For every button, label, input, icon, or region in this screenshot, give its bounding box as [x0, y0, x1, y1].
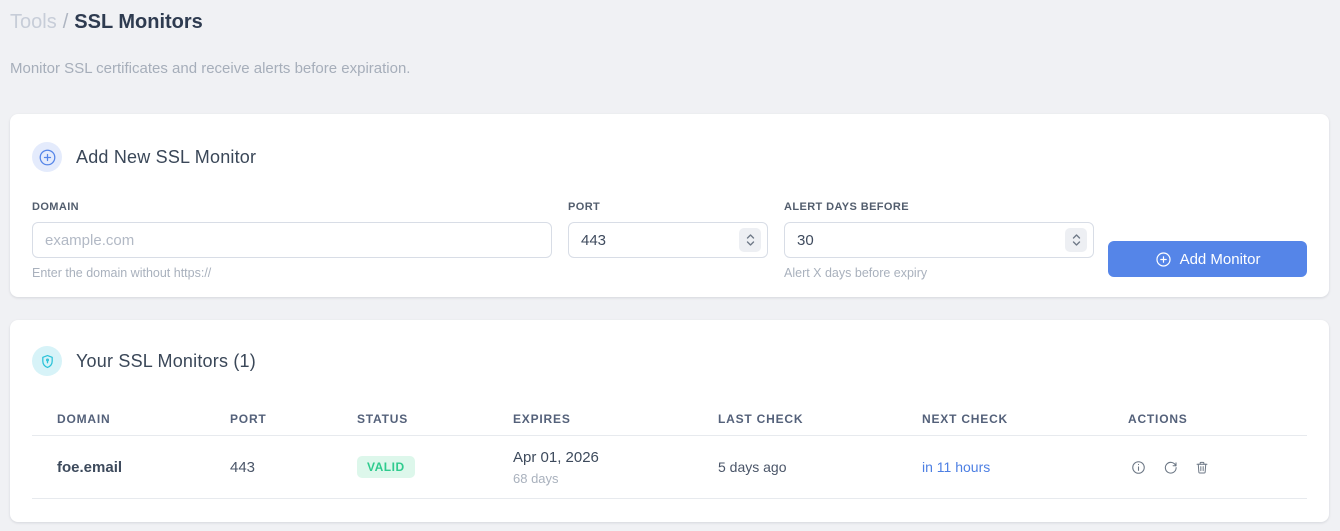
breadcrumb-tools-link[interactable]: Tools — [10, 11, 57, 33]
delete-button[interactable] — [1195, 460, 1209, 475]
alert-days-field: ALERT DAYS BEFORE Alert X days before ex… — [784, 200, 1094, 281]
alert-days-helper: Alert X days before expiry — [784, 266, 928, 280]
expires-days-remaining: 68 days — [513, 470, 559, 486]
plus-circle-icon — [1155, 251, 1172, 268]
add-monitor-form: DOMAIN Enter the domain without https://… — [32, 200, 1307, 281]
alert-days-input[interactable] — [784, 222, 1094, 258]
row-actions — [1128, 460, 1307, 475]
col-header-expires: EXPIRES — [513, 411, 571, 426]
alert-days-label: ALERT DAYS BEFORE — [784, 201, 909, 213]
expires-cell: Apr 01, 2026 68 days — [513, 449, 718, 486]
alert-days-stepper[interactable] — [1065, 228, 1087, 252]
expires-date: Apr 01, 2026 — [513, 448, 599, 466]
domain-label: DOMAIN — [32, 201, 80, 213]
monitors-card-header: Your SSL Monitors (1) — [10, 346, 1329, 376]
table-row: foe.email 443 VALID Apr 01, 2026 68 days… — [32, 436, 1307, 499]
port-field: PORT — [568, 200, 768, 258]
trash-icon — [1195, 460, 1209, 475]
col-header-next-check: NEXT CHECK — [922, 411, 1009, 426]
col-header-status: STATUS — [357, 411, 409, 426]
col-header-last-check: LAST CHECK — [718, 411, 804, 426]
monitor-port: 443 — [230, 458, 256, 476]
breadcrumb: Tools / SSL Monitors — [0, 0, 1340, 36]
refresh-icon — [1163, 460, 1178, 475]
add-monitor-button[interactable]: Add Monitor — [1108, 241, 1307, 277]
breadcrumb-separator: / — [62, 11, 69, 33]
add-monitor-title: Add New SSL Monitor — [76, 146, 257, 167]
monitors-table: DOMAIN PORT STATUS EXPIRES LAST CHECK NE… — [10, 402, 1329, 499]
monitors-card: Your SSL Monitors (1) DOMAIN PORT STATUS… — [10, 320, 1329, 522]
next-check: in 11 hours — [922, 459, 991, 475]
port-stepper[interactable] — [739, 228, 761, 252]
domain-input[interactable] — [32, 222, 552, 258]
status-cell: VALID — [357, 456, 513, 478]
info-button[interactable] — [1131, 460, 1146, 475]
add-monitor-button-label: Add Monitor — [1179, 250, 1261, 268]
port-label: PORT — [568, 201, 601, 213]
table-header-row: DOMAIN PORT STATUS EXPIRES LAST CHECK NE… — [32, 402, 1307, 436]
add-monitor-card-header: Add New SSL Monitor — [32, 142, 1307, 172]
ssl-monitors-page: Tools / SSL Monitors Monitor SSL certifica… — [0, 0, 1340, 531]
monitors-title: Your SSL Monitors (1) — [76, 350, 256, 371]
domain-helper: Enter the domain without https:// — [32, 266, 212, 280]
status-badge: VALID — [357, 456, 415, 478]
monitor-domain: foe.email — [57, 458, 123, 476]
col-header-actions: ACTIONS — [1128, 411, 1188, 426]
page-subtitle: Monitor SSL certificates and receive ale… — [10, 60, 411, 77]
page-title: SSL Monitors — [74, 11, 203, 33]
shield-lock-icon — [32, 346, 62, 376]
port-input[interactable] — [568, 222, 768, 258]
refresh-button[interactable] — [1163, 460, 1178, 475]
col-header-port: PORT — [230, 411, 267, 426]
info-icon — [1131, 460, 1146, 475]
col-header-domain: DOMAIN — [57, 411, 111, 426]
plus-circle-icon — [32, 142, 62, 172]
domain-field: DOMAIN Enter the domain without https:// — [32, 200, 552, 281]
add-monitor-card: Add New SSL Monitor DOMAIN Enter the dom… — [10, 114, 1329, 297]
last-check: 5 days ago — [718, 459, 787, 475]
